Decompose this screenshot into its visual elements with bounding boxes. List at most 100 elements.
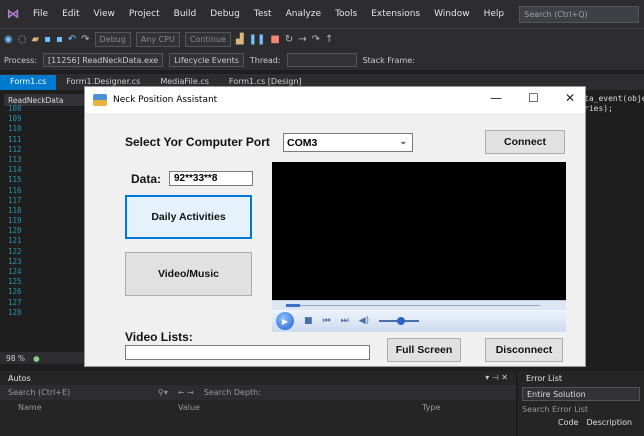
code-line: ries); [584,104,613,113]
line-number-gutter: 108 109 110 111 112 113 114 115 116 117 118 119 120 1… [0,104,60,318]
error-list-title: Error List [526,373,563,383]
process-label: Process: [4,55,38,65]
process-select[interactable]: [11256] ReadNeckData.exe [43,53,164,67]
autos-title: Autos [8,373,31,383]
neck-position-dialog: Neck Position Assistant — ☐ ✕ Select Yor… [84,86,586,367]
restart-icon[interactable]: ↻ [285,34,293,45]
vs-menu-bar: ⋈ File Edit View Project Build Debug Tes… [0,0,644,28]
platform-select[interactable]: Any CPU [135,32,180,47]
step-into-icon[interactable]: → [298,34,306,45]
nav-arrows-icon[interactable]: ← → [178,388,194,397]
line-number: 111 [8,134,22,144]
continue-button[interactable]: Continue [184,32,231,47]
error-columns: Code Description [518,418,644,427]
volume-icon[interactable]: ◀) [359,316,369,326]
menu-debug[interactable]: Debug [203,9,247,19]
column-value[interactable]: Value [178,403,422,412]
line-number: 125 [8,277,22,287]
volume-slider[interactable] [379,317,420,325]
pause-icon[interactable]: ❚❚ [249,34,266,45]
line-number: 124 [8,267,22,276]
stack-frame-label: Stack Frame: [362,55,415,65]
menu-file[interactable]: File [26,9,55,19]
panel-controls[interactable]: ▾ ⊣ ✕ [485,373,508,382]
error-scope-select[interactable]: Entire Solution [522,387,640,401]
column-description[interactable]: Description [586,418,632,427]
minimize-icon[interactable]: — [490,91,502,105]
flame-icon[interactable]: ▟ [236,34,244,45]
line-number: 113 [8,154,22,164]
autos-panel: Autos ▾ ⊣ ✕ Search (Ctrl+E) ⚲▾ ← → Searc… [0,371,516,436]
save-all-icon[interactable]: ▪ [56,34,63,45]
video-lists-field[interactable] [125,345,370,360]
lifecycle-events-select[interactable]: Lifecycle Events [169,53,244,67]
data-label: Data: [131,172,162,186]
line-number: 115 [8,175,22,185]
disconnect-button[interactable]: Disconnect [485,338,563,362]
connect-button[interactable]: Connect [485,130,565,154]
back-icon[interactable]: ◉ [4,34,13,45]
dialog-title: Neck Position Assistant [113,95,218,105]
menu-analyze[interactable]: Analyze [279,9,328,19]
seek-bar[interactable] [272,300,566,310]
autos-columns: Name Value Type [0,400,516,414]
next-icon[interactable]: ⏭ [341,316,349,326]
menu-build[interactable]: Build [167,9,204,19]
maximize-icon[interactable]: ☐ [528,91,539,105]
seek-track [300,305,540,306]
previous-icon[interactable]: ⏮ [323,316,331,326]
zoom-level[interactable]: 98 % [6,354,25,363]
line-number: 128 [8,307,22,317]
menu-view[interactable]: View [87,9,122,19]
save-icon[interactable]: ▪ [44,34,51,45]
code-line: ta_event(objec [584,94,644,103]
column-type[interactable]: Type [422,403,440,412]
stop-icon[interactable]: ■ [304,316,313,326]
column-name[interactable]: Name [0,403,178,412]
full-screen-button[interactable]: Full Screen [387,338,461,362]
no-issues-icon: ● [33,353,40,363]
line-number: 120 [8,226,22,236]
video-music-button[interactable]: Video/Music [125,252,252,296]
undo-icon[interactable]: ↶ [68,34,76,45]
autos-search-input[interactable]: Search (Ctrl+E) [8,388,148,397]
menu-window[interactable]: Window [427,9,477,19]
error-list-panel: Error List Entire Solution Search Error … [518,371,644,436]
vs-search-input[interactable]: Search (Ctrl+Q) [519,5,640,23]
data-field[interactable]: 92**33**8 [169,171,253,186]
thread-select[interactable] [286,53,357,67]
port-value: COM3 [287,136,318,149]
step-over-icon[interactable]: ↷ [312,34,320,45]
close-icon[interactable]: ✕ [565,91,575,105]
menu-test[interactable]: Test [247,9,279,19]
menu-tools[interactable]: Tools [328,9,364,19]
error-search-input[interactable]: Search Error List [518,403,644,416]
menu-help[interactable]: Help [477,9,512,19]
line-number: 109 [8,114,22,124]
line-number: 119 [8,216,22,226]
line-number: 112 [8,144,22,154]
menu-project[interactable]: Project [122,9,167,19]
open-folder-icon[interactable]: ▰ [31,34,39,45]
select-port-label: Select Yor Computer Port [125,135,270,149]
configuration-select[interactable]: Debug [94,32,131,47]
line-number: 127 [8,297,22,307]
column-code[interactable]: Code [558,418,578,427]
menu-edit[interactable]: Edit [55,9,86,19]
line-number: 108 [8,104,22,113]
stop-icon[interactable]: ■ [270,34,279,45]
redo-icon[interactable]: ↷ [81,34,89,45]
autos-search-row: Search (Ctrl+E) ⚲▾ ← → Search Depth: [0,385,516,400]
tab-form1-cs[interactable]: Form1.cs [0,75,57,90]
vs-toolbar: ◉ ◌ ▰ ▪ ▪ ↶ ↷ Debug Any CPU Continue ▟ ❚… [0,28,644,50]
volume-knob[interactable] [397,317,406,325]
app-icon [93,94,107,106]
daily-activities-button[interactable]: Daily Activities [125,195,252,239]
forward-icon[interactable]: ◌ [18,34,27,45]
zoom-bar: 98 % ● [0,352,84,364]
port-combobox[interactable]: COM3 ⌄ [283,133,413,152]
play-icon[interactable]: ▶ [276,312,294,330]
step-out-icon[interactable]: ↑ [325,34,333,45]
menu-extensions[interactable]: Extensions [364,9,427,19]
search-icon[interactable]: ⚲▾ [158,388,168,397]
